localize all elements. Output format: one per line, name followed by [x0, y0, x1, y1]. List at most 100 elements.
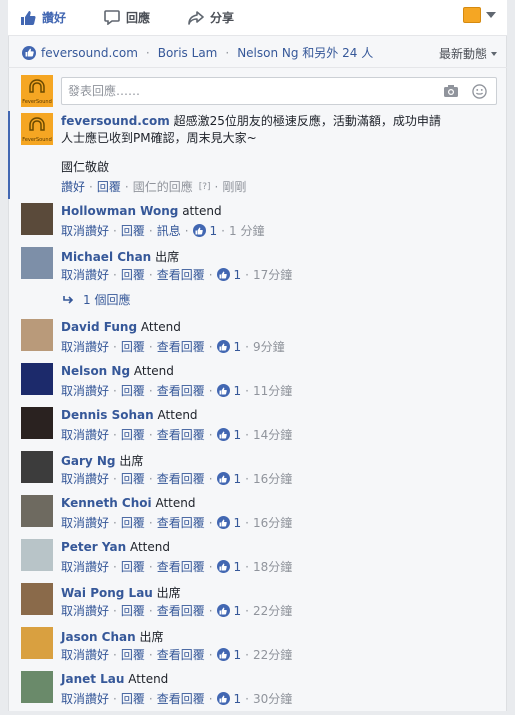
avatar[interactable]	[21, 539, 53, 571]
view-replies-link[interactable]: 1 個回應	[63, 291, 130, 308]
help-link[interactable]: [?]	[199, 182, 211, 192]
commenter-name[interactable]: Wai Pong Lau	[61, 586, 153, 600]
reaction-count[interactable]: 1	[216, 560, 241, 574]
timestamp[interactable]: 22分鐘	[253, 646, 292, 663]
reply-link[interactable]: 回覆	[121, 266, 145, 283]
comment-signature: 國仁敬啟	[61, 160, 110, 174]
reply-link[interactable]: 回覆	[121, 222, 145, 239]
avatar[interactable]: FeverSound	[21, 75, 53, 107]
reply-link[interactable]: 回覆	[121, 514, 145, 531]
view-replies-link[interactable]: 查看回覆	[157, 602, 205, 619]
reply-link[interactable]: 回覆	[121, 470, 145, 487]
commenter-name[interactable]: Michael Chan	[61, 250, 151, 264]
view-replies-link[interactable]: 查看回覆	[157, 426, 205, 443]
timestamp[interactable]: 14分鐘	[253, 426, 292, 443]
reaction-count[interactable]: 1	[216, 428, 241, 442]
comment-input[interactable]	[62, 78, 422, 104]
unlike-link[interactable]: 取消讚好	[61, 514, 109, 531]
commenter-name[interactable]: Kenneth Choi	[61, 496, 152, 510]
unlike-link[interactable]: 取消讚好	[61, 382, 109, 399]
reply-link[interactable]: 回覆	[121, 646, 145, 663]
timestamp[interactable]: 17分鐘	[253, 266, 292, 283]
view-replies-link[interactable]: 查看回覆	[157, 382, 205, 399]
avatar[interactable]	[21, 319, 53, 351]
avatar[interactable]	[21, 495, 53, 527]
timestamp[interactable]: 9分鐘	[253, 338, 285, 355]
reply-link[interactable]: 回覆	[121, 558, 145, 575]
sort-dropdown[interactable]: 最新動態	[439, 45, 497, 62]
view-replies-link[interactable]: 查看回覆	[157, 690, 205, 707]
commenter-name[interactable]: Gary Ng	[61, 454, 116, 468]
reaction-count[interactable]: 1	[216, 604, 241, 618]
unlike-link[interactable]: 取消讚好	[61, 338, 109, 355]
brand-logo-icon	[29, 117, 45, 131]
commenter-name[interactable]: Dennis Sohan	[61, 408, 154, 422]
avatar[interactable]	[21, 407, 53, 439]
reply-link[interactable]: 回覆	[121, 382, 145, 399]
emoji-icon[interactable]	[472, 84, 487, 99]
view-replies-link[interactable]: 查看回覆	[157, 514, 205, 531]
avatar[interactable]: FeverSound	[21, 113, 53, 145]
avatar[interactable]	[21, 247, 53, 279]
timestamp[interactable]: 16分鐘	[253, 514, 292, 531]
liker-link[interactable]: Nelson Ng 和另外 24 人	[237, 44, 373, 61]
commenter-name[interactable]: Peter Yan	[61, 540, 126, 554]
unlike-link[interactable]: 取消讚好	[61, 470, 109, 487]
unlike-link[interactable]: 取消讚好	[61, 646, 109, 663]
like-link[interactable]: 讚好	[61, 178, 85, 195]
commenter-name[interactable]: feversound.com	[61, 114, 170, 128]
reply-link[interactable]: 回覆	[121, 338, 145, 355]
avatar[interactable]	[21, 627, 53, 659]
timestamp[interactable]: 1 分鐘	[229, 222, 264, 239]
view-replies-link[interactable]: 查看回覆	[157, 558, 205, 575]
page-avatar-icon[interactable]	[463, 7, 481, 23]
avatar[interactable]	[21, 363, 53, 395]
commenter-name[interactable]: Hollowman Wong	[61, 204, 178, 218]
view-replies-link[interactable]: 查看回覆	[157, 266, 205, 283]
view-replies-link[interactable]: 查看回覆	[157, 646, 205, 663]
commenter-name[interactable]: Janet Lau	[61, 672, 124, 686]
avatar[interactable]	[21, 671, 53, 703]
commenter-name[interactable]: David Fung	[61, 320, 137, 334]
reaction-count[interactable]: 1	[216, 268, 241, 282]
reply-link[interactable]: 回覆	[97, 178, 121, 195]
timestamp[interactable]: 30分鐘	[253, 690, 292, 707]
avatar[interactable]	[21, 451, 53, 483]
comment-button[interactable]: 回應	[104, 9, 150, 26]
commenter-name[interactable]: Jason Chan	[61, 630, 136, 644]
reaction-count[interactable]: 1	[216, 692, 241, 706]
avatar[interactable]	[21, 583, 53, 615]
reply-link[interactable]: 回覆	[121, 690, 145, 707]
liker-link[interactable]: feversound.com	[41, 46, 138, 60]
unlike-link[interactable]: 取消讚好	[61, 558, 109, 575]
timestamp[interactable]: 16分鐘	[253, 470, 292, 487]
chevron-down-icon[interactable]	[486, 12, 496, 18]
unlike-link[interactable]: 取消讚好	[61, 266, 109, 283]
view-replies-link[interactable]: 查看回覆	[157, 338, 205, 355]
like-button[interactable]: 讚好	[20, 9, 66, 26]
commenter-name[interactable]: Nelson Ng	[61, 364, 130, 378]
reaction-count[interactable]: 1	[216, 516, 241, 530]
share-button[interactable]: 分享	[188, 9, 234, 26]
timestamp[interactable]: 剛剛	[222, 178, 246, 195]
timestamp[interactable]: 22分鐘	[253, 602, 292, 619]
timestamp[interactable]: 18分鐘	[253, 558, 292, 575]
camera-icon[interactable]	[443, 84, 459, 98]
reaction-count[interactable]: 1	[216, 472, 241, 486]
view-replies-link[interactable]: 訊息	[157, 222, 181, 239]
comment-composer[interactable]	[61, 77, 497, 105]
reaction-count[interactable]: 1	[216, 648, 241, 662]
reaction-count[interactable]: 1	[216, 340, 241, 354]
reaction-count[interactable]: 1	[216, 384, 241, 398]
unlike-link[interactable]: 取消讚好	[61, 426, 109, 443]
reply-link[interactable]: 回覆	[121, 602, 145, 619]
unlike-link[interactable]: 取消讚好	[61, 602, 109, 619]
unlike-link[interactable]: 取消讚好	[61, 222, 109, 239]
liker-link[interactable]: Boris Lam	[158, 46, 218, 60]
reaction-count[interactable]: 1	[192, 224, 217, 238]
timestamp[interactable]: 11分鐘	[253, 382, 292, 399]
unlike-link[interactable]: 取消讚好	[61, 690, 109, 707]
reply-link[interactable]: 回覆	[121, 426, 145, 443]
view-replies-link[interactable]: 查看回覆	[157, 470, 205, 487]
avatar[interactable]	[21, 203, 53, 235]
